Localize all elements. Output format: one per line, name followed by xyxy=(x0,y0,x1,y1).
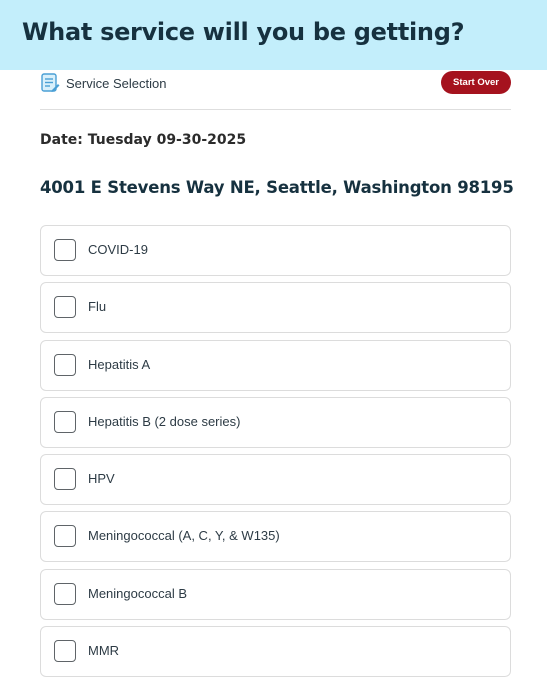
service-option-hpv[interactable]: HPV xyxy=(40,454,511,506)
service-label: Meningococcal (A, C, Y, & W135) xyxy=(88,528,280,544)
service-option-hepatitis-a[interactable]: Hepatitis A xyxy=(40,339,511,391)
appointment-date: Date: Tuesday 09-30-2025 xyxy=(40,132,247,148)
service-option-hepatitis-b[interactable]: Hepatitis B (2 dose series) xyxy=(40,396,511,448)
service-checkbox[interactable] xyxy=(54,239,76,261)
service-option-covid-19[interactable]: COVID-19 xyxy=(40,225,511,276)
service-label: Flu xyxy=(88,299,107,315)
service-checkbox[interactable] xyxy=(54,296,76,319)
service-label: Hepatitis B (2 dose series) xyxy=(88,413,241,429)
service-option-mmr[interactable]: MMR xyxy=(40,626,511,678)
start-over-button[interactable]: Start Over xyxy=(441,71,511,94)
service-checkbox[interactable] xyxy=(54,353,76,376)
service-option-flu[interactable]: Flu xyxy=(40,282,511,334)
service-label: Meningococcal B xyxy=(88,585,187,601)
service-label: Hepatitis A xyxy=(88,356,151,372)
service-label: HPV xyxy=(88,471,115,487)
service-checkbox[interactable] xyxy=(54,582,76,605)
service-option-meningococcal-b[interactable]: Meningococcal B xyxy=(40,568,511,620)
service-checkbox[interactable] xyxy=(54,640,76,663)
service-selection-toolbar: Service Selection Start Over xyxy=(40,70,511,110)
document-list-icon xyxy=(41,73,60,92)
service-option-meningococcal-acyw[interactable]: Meningococcal (A, C, Y, & W135) xyxy=(40,511,511,563)
service-checkbox[interactable] xyxy=(54,468,76,491)
service-label: MMR xyxy=(88,643,120,659)
page-title: What service will you be getting? xyxy=(22,18,465,46)
appointment-address: 4001 E Stevens Way NE, Seattle, Washingt… xyxy=(40,178,514,197)
section-label: Service Selection xyxy=(66,76,167,91)
service-checkbox[interactable] xyxy=(54,410,76,433)
service-list: COVID-19 Flu Hepatitis A Hepatitis B (2 … xyxy=(40,225,511,681)
service-checkbox[interactable] xyxy=(54,525,76,548)
page-header-banner: What service will you be getting? xyxy=(0,0,547,70)
service-label: COVID-19 xyxy=(88,242,148,257)
